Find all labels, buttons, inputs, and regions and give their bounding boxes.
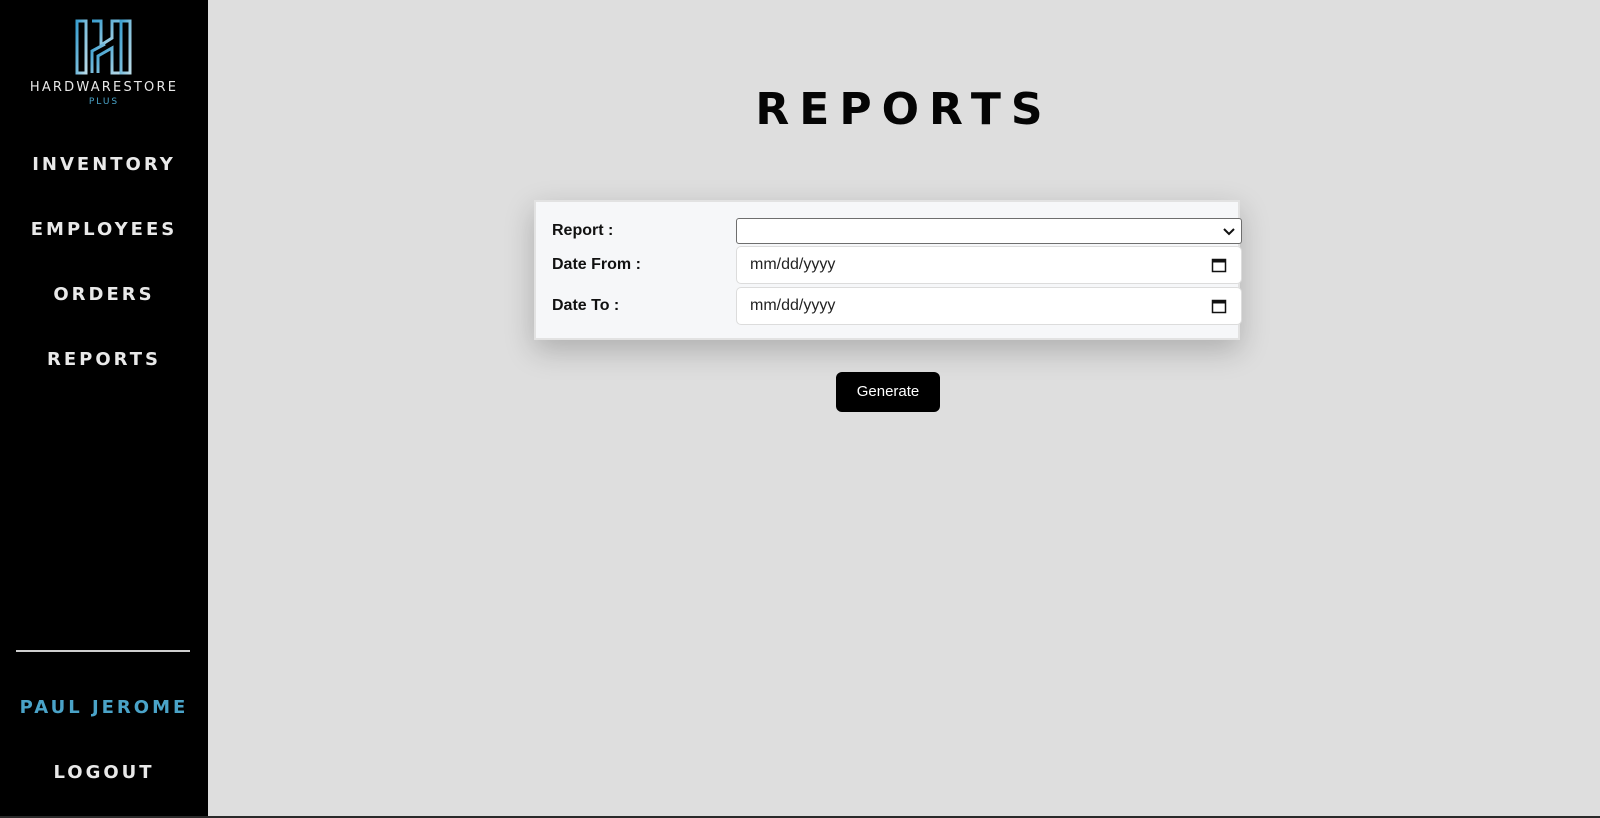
generate-button[interactable]: Generate (836, 372, 940, 412)
brand-logo[interactable]: HARDWARESTORE PLUS (0, 18, 208, 107)
sidebar-item-inventory[interactable]: INVENTORY (0, 154, 208, 175)
calendar-icon[interactable] (1211, 298, 1227, 314)
date-to-row: Date To : mm/dd/yyyy (552, 287, 1242, 325)
logout-link[interactable]: LOGOUT (0, 762, 208, 783)
sidebar-divider (16, 650, 190, 652)
brand-name: HARDWARESTORE (29, 80, 179, 95)
calendar-icon[interactable] (1211, 257, 1227, 273)
sidebar-item-orders[interactable]: ORDERS (0, 284, 208, 305)
date-from-placeholder: mm/dd/yyyy (750, 256, 836, 273)
report-select[interactable] (736, 218, 1242, 244)
brand-sub: PLUS (88, 97, 120, 107)
chevron-down-icon (1223, 228, 1235, 236)
report-label: Report : (552, 222, 614, 239)
date-from-row: Date From : mm/dd/yyyy (552, 246, 1242, 284)
date-to-label: Date To : (552, 297, 620, 314)
page-title: REPORTS (755, 84, 1053, 135)
app-root: HARDWARESTORE PLUS INVENTORY EMPLOYEES O… (0, 0, 1600, 818)
report-row: Report : (552, 218, 1242, 244)
logo-h-icon (75, 19, 132, 75)
date-from-label: Date From : (552, 256, 641, 273)
date-to-placeholder: mm/dd/yyyy (750, 297, 836, 314)
user-name[interactable]: PAUL JEROME (0, 697, 208, 718)
sidebar: HARDWARESTORE PLUS INVENTORY EMPLOYEES O… (0, 0, 208, 816)
date-to-input[interactable]: mm/dd/yyyy (736, 287, 1242, 325)
sidebar-item-reports[interactable]: REPORTS (0, 349, 208, 370)
report-form: Report : Date From : mm/dd/yyyy Date To … (534, 200, 1242, 340)
sidebar-item-employees[interactable]: EMPLOYEES (0, 219, 208, 240)
date-from-input[interactable]: mm/dd/yyyy (736, 246, 1242, 284)
